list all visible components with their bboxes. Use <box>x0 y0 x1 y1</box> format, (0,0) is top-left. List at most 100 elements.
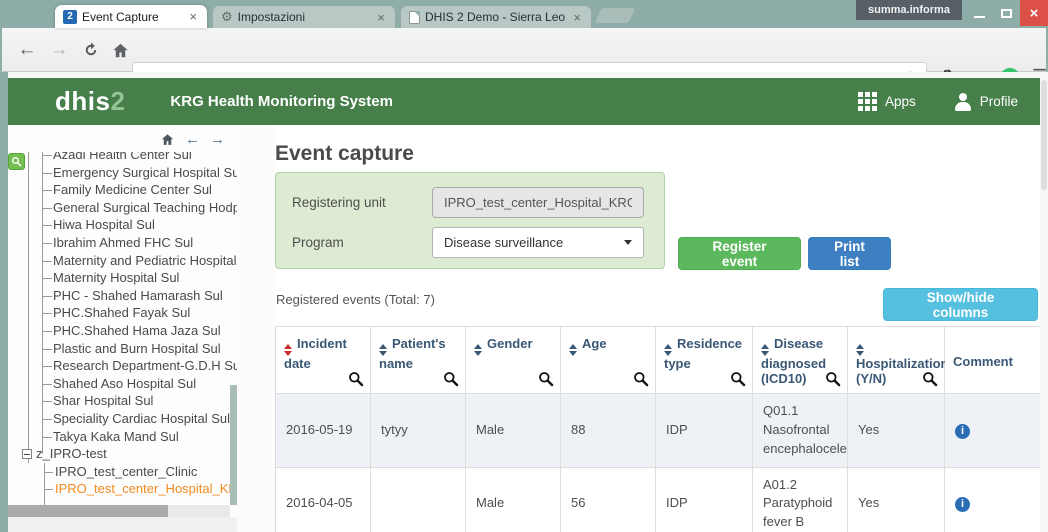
column-search-icon[interactable] <box>633 371 649 387</box>
logo-number: 2 <box>110 86 125 116</box>
table-row[interactable]: 2016-05-19 tytyy Male 88 IDP Q01.1 Nasof… <box>276 394 1041 468</box>
page-scrollbar[interactable] <box>1040 72 1048 532</box>
info-icon[interactable]: i <box>955 497 970 512</box>
tab-close-icon[interactable]: × <box>571 11 583 24</box>
column-header-incident-date[interactable]: Incident date <box>276 327 371 394</box>
tree-item[interactable]: PHC - Shahed Hamarash Sul <box>8 287 237 305</box>
column-search-icon[interactable] <box>730 371 746 387</box>
column-header-comment: Comment <box>945 327 1041 394</box>
tree-item-selected[interactable]: IPRO_test_center_Hospital_KRG <box>8 480 237 498</box>
tree-item[interactable]: Emergency Surgical Hospital Sul <box>8 164 237 182</box>
column-header-hospitalization[interactable]: Hospitalization (Y/N) <box>848 327 945 394</box>
column-search-icon[interactable] <box>538 371 554 387</box>
tree-horizontal-scrollbar[interactable] <box>8 505 230 517</box>
tree-vertical-scrollbar[interactable] <box>230 152 237 517</box>
column-header-patient-name[interactable]: Patient's name <box>371 327 466 394</box>
collapse-expander-icon[interactable] <box>22 449 32 459</box>
reload-icon[interactable] <box>78 37 104 63</box>
info-icon[interactable]: i <box>955 424 970 439</box>
program-select[interactable]: Disease surveillance <box>432 227 644 258</box>
chevron-down-icon <box>624 240 632 245</box>
cell-disease: Q01.1 Nasofrontal encephalocele <box>753 394 848 468</box>
tab-dhis2-demo[interactable]: DHIS 2 Demo - Sierra Leo × <box>400 5 592 28</box>
program-label: Program <box>292 235 432 250</box>
sort-icon[interactable] <box>761 344 769 356</box>
maximize-button[interactable] <box>993 0 1019 26</box>
cell-comment: i <box>945 467 1041 532</box>
tree-item[interactable]: Shahed Aso Hospital Sul <box>8 375 237 393</box>
tree-item[interactable]: Takya Kaka Mand Sul <box>8 428 237 446</box>
back-icon[interactable]: ← <box>14 37 40 63</box>
tree-item[interactable]: Hiwa Hospital Sul <box>8 216 237 234</box>
registering-unit-field[interactable] <box>432 187 644 218</box>
tab-title: DHIS 2 Demo - Sierra Leo <box>425 10 565 24</box>
tree-item[interactable]: Azadi Health Center Sul <box>8 152 237 164</box>
sort-icon[interactable] <box>664 344 672 356</box>
tree-item[interactable]: General Surgical Teaching Hodpi <box>8 199 237 217</box>
tab-title: Event Capture <box>82 10 181 24</box>
tree-item[interactable]: IPRO_test_center_Clinic <box>8 463 237 481</box>
tree-forward-icon[interactable]: → <box>210 131 225 148</box>
minimize-button[interactable] <box>966 0 992 26</box>
dhis2-logo[interactable]: dhis2 <box>55 86 125 117</box>
tree-search-button[interactable] <box>8 153 25 170</box>
cell-disease: A01.2 Paratyphoid fever B <box>753 467 848 532</box>
tree-item[interactable]: Speciality Cardiac Hospital Sul <box>8 410 237 428</box>
column-header-gender[interactable]: Gender <box>466 327 561 394</box>
sort-icon[interactable] <box>379 344 387 356</box>
orgunit-tree: Azadi Health Center Sul Emergency Surgic… <box>8 152 237 517</box>
tree-item-label: z_IPRO-test <box>36 446 107 461</box>
column-label: Patient's name <box>379 336 446 371</box>
tree-back-icon[interactable]: ← <box>185 131 200 148</box>
tab-close-icon[interactable]: × <box>375 11 387 24</box>
column-search-icon[interactable] <box>443 371 459 387</box>
show-hide-columns-button[interactable]: Show/hide columns <box>883 288 1038 321</box>
apps-label: Apps <box>885 94 916 109</box>
tree-item[interactable]: PHC.Shahed Hama Jaza Sul <box>8 322 237 340</box>
cell-patient-name <box>371 467 466 532</box>
app-header: dhis2 KRG Health Monitoring System Apps … <box>8 78 1040 125</box>
tree-item[interactable]: Maternity and Pediatric Hospital F <box>8 252 237 270</box>
close-button[interactable]: × <box>1020 0 1048 26</box>
sort-icon-active[interactable] <box>284 344 292 356</box>
sort-icon[interactable] <box>569 344 577 356</box>
tree-item-parent[interactable]: z_IPRO-test <box>8 445 237 463</box>
tree-item[interactable]: PHC.Shahed Fayak Sul <box>8 304 237 322</box>
tree-home-icon[interactable] <box>160 132 175 147</box>
forward-icon[interactable]: → <box>46 37 72 63</box>
tree-item[interactable]: Shar Hospital Sul <box>8 392 237 410</box>
tree-item[interactable]: Ibrahim Ahmed FHC Sul <box>8 234 237 252</box>
column-label: Incident date <box>284 336 347 371</box>
tree-item[interactable]: Research Department-G.D.H Sul <box>8 357 237 375</box>
profile-label: Profile <box>980 94 1018 109</box>
tab-title: Impostazioni <box>238 10 370 24</box>
search-icon <box>11 156 22 167</box>
table-row[interactable]: 2016-04-05 Male 56 IDP A01.2 Paratyphoid… <box>276 467 1041 532</box>
sort-icon[interactable] <box>474 344 482 356</box>
column-search-icon[interactable] <box>922 371 938 387</box>
cell-age: 88 <box>561 394 656 468</box>
column-search-icon[interactable] <box>348 371 364 387</box>
column-header-disease[interactable]: Disease diagnosed (ICD10) <box>753 327 848 394</box>
register-event-button[interactable]: Register event <box>678 237 801 270</box>
profile-menu[interactable]: Profile <box>954 93 1018 111</box>
window-badge: summa.informa <box>856 0 962 20</box>
new-tab-button[interactable] <box>595 8 636 23</box>
tab-close-icon[interactable]: × <box>187 10 199 23</box>
cell-comment: i <box>945 394 1041 468</box>
tree-item[interactable]: Plastic and Burn Hospital Sul <box>8 340 237 358</box>
column-search-icon[interactable] <box>825 371 841 387</box>
tab-event-capture[interactable]: 2 Event Capture × <box>55 5 207 28</box>
column-label: Age <box>582 336 607 351</box>
sidebar-footer <box>8 517 237 532</box>
home-icon[interactable] <box>107 37 133 63</box>
tree-item[interactable]: Family Medicine Center Sul <box>8 181 237 199</box>
registered-events-summary: Registered events (Total: 7) <box>276 292 435 307</box>
apps-menu[interactable]: Apps <box>858 92 916 111</box>
tree-item[interactable]: Maternity Hospital Sul <box>8 269 237 287</box>
tab-impostazioni[interactable]: ⚙ Impostazioni × <box>212 5 396 28</box>
sort-icon[interactable] <box>856 344 864 356</box>
column-header-residence-type[interactable]: Residence type <box>656 327 753 394</box>
column-header-age[interactable]: Age <box>561 327 656 394</box>
print-list-button[interactable]: Print list <box>808 237 891 270</box>
